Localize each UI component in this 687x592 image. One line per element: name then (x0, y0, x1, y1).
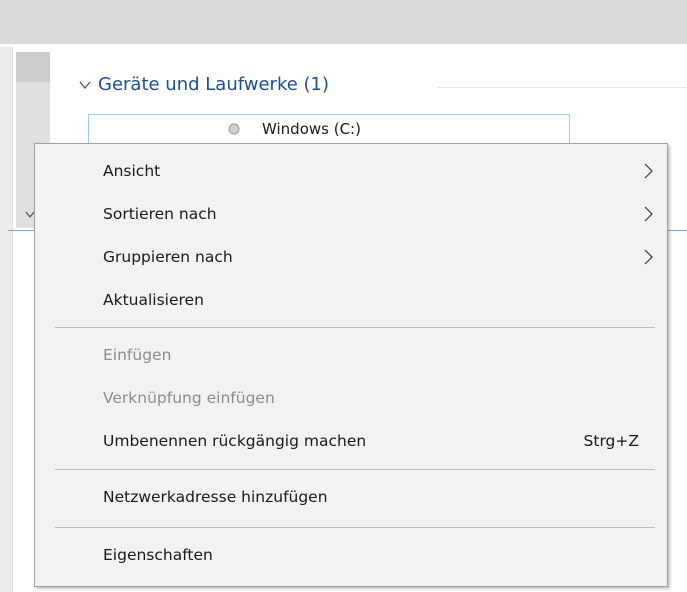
menu-separator (55, 527, 655, 528)
menu-item-label: Eigenschaften (103, 546, 213, 564)
menu-item-shortcut: Strg+Z (583, 432, 639, 450)
menu-item-label: Einfügen (103, 346, 172, 364)
navigation-scrollbar-thumb[interactable] (16, 52, 50, 82)
drive-icon (228, 123, 240, 135)
menu-item-sortieren-nach[interactable]: Sortieren nach (35, 195, 667, 233)
menu-item-label: Sortieren nach (103, 205, 217, 223)
menu-item-eigenschaften[interactable]: Eigenschaften (35, 536, 667, 574)
menu-item-label: Verknüpfung einfügen (103, 389, 275, 407)
menu-item-aktualisieren[interactable]: Aktualisieren (35, 281, 667, 319)
menu-item-verknuepfung-einfuegen: Verknüpfung einfügen (35, 379, 667, 417)
menu-item-gruppieren-nach[interactable]: Gruppieren nach (35, 238, 667, 276)
chevron-right-icon (644, 206, 653, 222)
menu-item-ansicht[interactable]: Ansicht (35, 152, 667, 190)
menu-item-label: Aktualisieren (103, 291, 204, 309)
group-header-label: Geräte und Laufwerke (1) (98, 74, 330, 95)
menu-separator (55, 327, 655, 328)
menu-item-label: Gruppieren nach (103, 248, 233, 266)
chevron-right-icon (644, 163, 653, 179)
group-header-devices[interactable]: Geräte und Laufwerke (1) (78, 74, 329, 95)
menu-item-einfuegen: Einfügen (35, 336, 667, 374)
navigation-pane-edge (0, 47, 13, 592)
title-bar (0, 0, 687, 44)
menu-item-umbenennen-rueckgaengig[interactable]: Umbenennen rückgängig machen Strg+Z (35, 422, 667, 460)
menu-item-label: Umbenennen rückgängig machen (103, 432, 367, 450)
chevron-right-icon (644, 249, 653, 265)
menu-item-netzwerkadresse-hinzufuegen[interactable]: Netzwerkadresse hinzufügen (35, 478, 667, 516)
menu-item-label: Ansicht (103, 162, 161, 180)
drive-label: Windows (C:) (262, 120, 361, 138)
chevron-down-icon (79, 81, 91, 89)
group-header-divider (438, 87, 687, 88)
context-menu: Ansicht Sortieren nach Gruppieren nach A… (34, 143, 668, 587)
menu-item-label: Netzwerkadresse hinzufügen (103, 488, 328, 506)
menu-separator (55, 469, 655, 470)
